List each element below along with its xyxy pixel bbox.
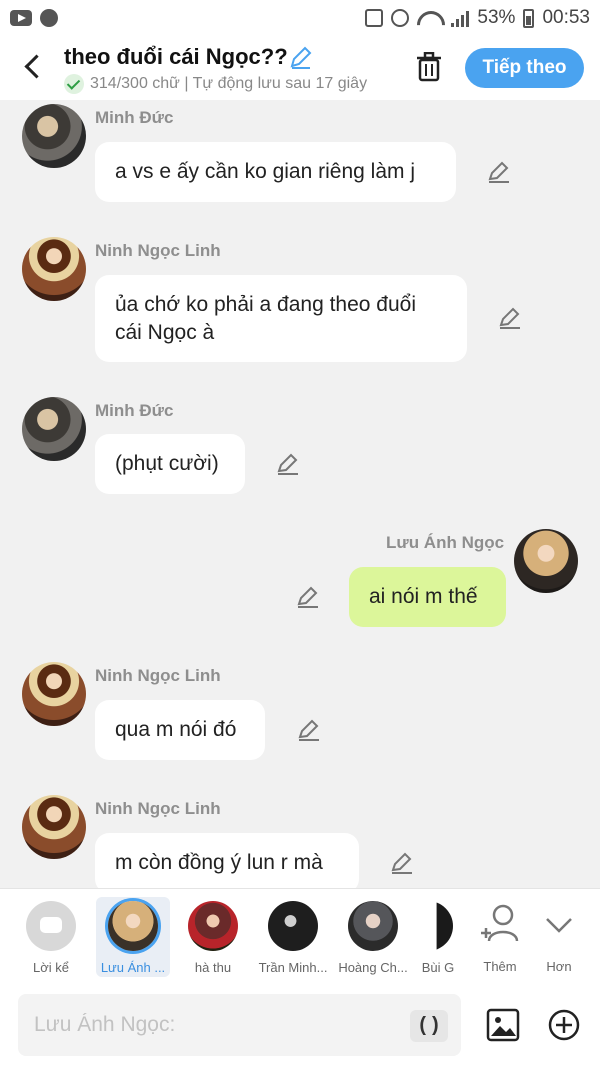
avatar[interactable] xyxy=(514,529,578,593)
character-bui-g[interactable]: Bùi G xyxy=(416,897,460,977)
message-bubble[interactable]: ủa chớ ko phải a đang theo đuổi cái Ngọc… xyxy=(95,275,467,362)
message-bubble[interactable]: a vs e ấy cần ko gian riêng làm j xyxy=(95,142,456,202)
more-characters-button[interactable]: Hơn xyxy=(526,897,592,977)
back-icon[interactable] xyxy=(22,54,44,80)
edit-message-icon[interactable] xyxy=(389,850,415,876)
character-selector: Lời kể Lưu Ánh ... hà thu Trần Minh... H… xyxy=(0,888,600,984)
avatar xyxy=(268,901,318,951)
edit-message-icon[interactable] xyxy=(275,451,301,477)
sender-name: Ninh Ngọc Linh xyxy=(95,241,221,260)
character-label: hà thu xyxy=(194,960,232,975)
sender-name: Ninh Ngọc Linh xyxy=(95,666,221,685)
avatar[interactable] xyxy=(22,397,86,461)
message-bubble[interactable]: (phụt cười) xyxy=(95,434,245,494)
edit-message-icon[interactable] xyxy=(295,584,321,610)
avatar[interactable] xyxy=(22,795,86,859)
character-label: Lưu Ánh ... xyxy=(100,960,166,975)
sender-name: Ninh Ngọc Linh xyxy=(95,799,221,818)
more-label: Hơn xyxy=(546,959,572,974)
battery-icon xyxy=(523,8,535,28)
character-narrator[interactable]: Lời kể xyxy=(14,897,88,977)
edit-message-icon[interactable] xyxy=(296,717,322,743)
sender-name: Lưu Ánh Ngọc xyxy=(386,533,505,552)
word-count-status: 314/300 chữ | Tự động lưu sau 17 giây xyxy=(64,74,390,94)
character-tran-minh[interactable]: Trần Minh... xyxy=(256,897,330,977)
check-icon xyxy=(64,74,84,94)
avatar[interactable] xyxy=(22,237,86,301)
chat-area[interactable]: Minh Đức a vs e ấy cần ko gian riêng làm… xyxy=(0,100,600,888)
plus-icon[interactable] xyxy=(547,1008,581,1042)
character-label: Trần Minh... xyxy=(258,960,328,975)
alarm-icon xyxy=(391,9,410,27)
avatar[interactable] xyxy=(22,662,86,726)
avatar xyxy=(108,901,158,951)
story-header: theo đuổi cái Ngọc?? 314/300 chữ | Tự độ… xyxy=(0,36,600,100)
data-saver-icon xyxy=(365,9,384,27)
parenthesis-button[interactable]: () xyxy=(410,1010,448,1042)
avatar xyxy=(348,901,398,951)
edit-message-icon[interactable] xyxy=(497,305,523,331)
word-count-text: 314/300 chữ | Tự động lưu sau 17 giây xyxy=(90,75,368,92)
add-person-icon xyxy=(481,904,519,942)
next-button[interactable]: Tiếp theo xyxy=(465,48,584,88)
chevron-down-icon xyxy=(546,918,572,933)
sender-name: Minh Đức xyxy=(95,108,174,127)
globe-icon xyxy=(40,9,58,27)
youtube-icon xyxy=(10,10,32,26)
image-icon[interactable] xyxy=(486,1008,520,1042)
composer-bar: () xyxy=(0,984,600,1067)
narration-icon xyxy=(26,901,76,951)
wifi-icon xyxy=(417,9,443,27)
character-label: Hoàng Ch... xyxy=(338,960,408,975)
message-bubble[interactable]: ai nói m thế xyxy=(349,567,506,627)
message-bubble[interactable]: m còn đồng ý lun r mà xyxy=(95,833,359,888)
clock: 00:53 xyxy=(542,7,590,28)
character-label: Lời kể xyxy=(33,960,69,975)
edit-title-icon[interactable] xyxy=(288,44,314,70)
battery-percent: 53% xyxy=(477,7,516,28)
signal-icon xyxy=(451,9,470,27)
character-label: Bùi G xyxy=(421,960,455,975)
character-ha-thu[interactable]: hà thu xyxy=(176,897,250,977)
sender-name: Minh Đức xyxy=(95,401,174,420)
edit-message-icon[interactable] xyxy=(486,159,512,185)
message-bubble[interactable]: qua m nói đó xyxy=(95,700,265,760)
character-hoang-ch[interactable]: Hoàng Ch... xyxy=(336,897,410,977)
avatar xyxy=(188,901,238,951)
story-title[interactable]: theo đuổi cái Ngọc?? xyxy=(64,44,288,70)
status-bar: 53% 00:53 xyxy=(0,0,600,36)
message-input[interactable] xyxy=(18,994,461,1056)
avatar xyxy=(423,901,453,951)
character-luu-anh-ngoc[interactable]: Lưu Ánh ... xyxy=(96,897,170,977)
avatar[interactable] xyxy=(22,104,86,168)
trash-icon[interactable] xyxy=(416,52,442,82)
